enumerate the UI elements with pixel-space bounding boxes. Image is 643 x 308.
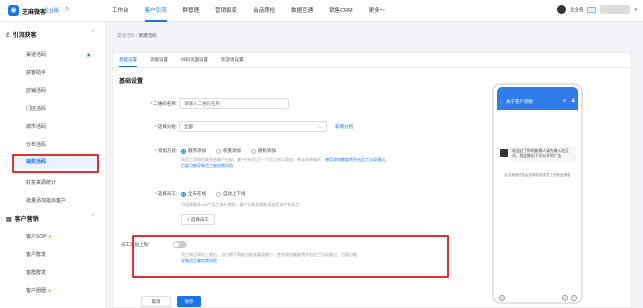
chat-avatar xyxy=(500,149,508,157)
add-mode-label: *添加方式: xyxy=(154,148,177,153)
sidebar-item-store-code[interactable]: 门店活码 xyxy=(26,105,46,112)
sidebar-item-group-broadcast[interactable]: 客群群发 xyxy=(26,269,46,276)
highlight-box xyxy=(12,154,99,173)
hot-icon: ● xyxy=(48,288,52,294)
staff-description: 可选择最多100个员工进行使用，客户扫码后随机添加可选中的员工 xyxy=(181,202,300,207)
sidebar-group-marketing[interactable]: ▤ 客户营销 ^ xyxy=(6,214,94,223)
top-nav: 工作台 客户引流 群管理 营销裂变 会话质检 数据互通 销售CRM 更多～ xyxy=(112,0,401,22)
hot-icon: ● xyxy=(48,234,52,240)
nav-workbench[interactable]: 工作台 xyxy=(112,0,129,22)
sidebar-group-acquisition[interactable]: ℰ 引流获客 ^ xyxy=(6,30,94,39)
star-icon[interactable]: ★ xyxy=(86,52,91,59)
chevron-down-icon: ⌄ xyxy=(318,124,322,129)
sidebar-item-friend-source-stats[interactable]: 好友来源统计 xyxy=(26,179,56,186)
qrcode-name-label: *二维码名称: xyxy=(150,101,177,106)
sidebar-item-customer-sop[interactable]: 客户SOP ● xyxy=(26,233,52,240)
phone-title: 关于客户洞察 xyxy=(506,99,533,104)
chevron-up-icon: ^ xyxy=(92,214,95,220)
collapse-icon[interactable]: ↻ xyxy=(65,6,70,13)
phone-header: ← 关于客户洞察 ≡ ♟ xyxy=(497,95,578,110)
tab-function-settings[interactable]: 功能设置 xyxy=(150,53,168,67)
chevron-up-icon: ^ xyxy=(92,30,95,36)
nav-more[interactable]: 更多～ xyxy=(369,0,386,22)
tab-welcome-settings[interactable]: 欢迎语设置 xyxy=(221,53,244,67)
chat-bubble: 欢迎过了你的新客人请先做入驻正式，我会推出下方公开的广告 xyxy=(510,147,576,161)
sidebar-item-customer-moments[interactable]: 客户朋圈 ● xyxy=(26,287,51,294)
calendar-icon: ▤ xyxy=(6,217,12,223)
brand-name: 芝麻微客 xyxy=(22,10,47,16)
sidebar-item-channel-code[interactable]: 渠道活码 xyxy=(26,51,46,58)
nav-customer-acquisition[interactable]: 客户引流 xyxy=(144,0,167,22)
edition-badge: 企业版 xyxy=(44,8,60,14)
chat-notice: 点击添加好友后您将收到该员工的欢迎消息 xyxy=(504,173,571,177)
highlight-box xyxy=(132,235,449,278)
company-name[interactable]: 企业名 xyxy=(570,7,584,13)
chevron-down-icon[interactable]: ▾ xyxy=(634,7,637,13)
radio-random-add[interactable]: 随机添加 xyxy=(251,148,276,154)
nav-data-sync[interactable]: 数据互通 xyxy=(291,0,313,22)
nav-group-management[interactable]: 群管理 xyxy=(183,0,200,22)
section-title: 基础设置 xyxy=(119,79,144,85)
sidebar-item-city-code[interactable]: 城市活码 xyxy=(26,123,46,130)
radio-all-day-online[interactable]: 全天在线 xyxy=(181,191,206,197)
main-content: 渠道活码 / 新建活码 基础设置 功能设置 扫码页面设置 欢迎语设置 基础设置 … xyxy=(107,22,643,308)
staff-label: *选择员工: xyxy=(154,191,177,196)
sidebar-item-batch-add-customers[interactable]: 批量添加指派客户 xyxy=(26,197,66,204)
add-mode-description: 按员工添加的顺序给客户分配，客户扫码后下一个员工则可添加，依次轮询循环。使用添加… xyxy=(181,157,389,168)
nav-session-audit[interactable]: 会话质检 xyxy=(253,0,275,22)
group-label: *选择分组: xyxy=(154,124,177,129)
form-footer: 取消 保存 xyxy=(107,296,643,308)
tab-basic-settings[interactable]: 基础设置 xyxy=(119,53,137,67)
radio-weight-add[interactable]: 权重添加 xyxy=(216,148,241,154)
nav-sales-crm[interactable]: 销售CRM xyxy=(329,0,353,22)
qrcode-name-input[interactable] xyxy=(179,98,289,109)
user-avatar[interactable] xyxy=(600,5,631,14)
menu-icon: ≡ xyxy=(563,98,566,104)
radio-auto-online[interactable]: 自动上下线 xyxy=(216,191,246,197)
breadcrumb: 渠道活码 / 新建活码 xyxy=(117,33,157,38)
back-arrow-icon: ← xyxy=(499,99,504,105)
top-bar: ◉ 芝麻微客 企业版 ↻ 工作台 客户引流 群管理 营销裂变 会话质检 数据互通… xyxy=(0,0,643,22)
sidebar-item-distribution-code[interactable]: 分布活码 xyxy=(26,141,46,148)
breadcrumb-parent[interactable]: 渠道活码 xyxy=(117,33,135,38)
sidebar-item-shop-code[interactable]: 店铺活码 xyxy=(26,87,46,94)
settings-tabs: 基础设置 功能设置 扫码页面设置 欢迎语设置 xyxy=(119,53,257,67)
group-select[interactable]: 全部 ⌄ xyxy=(179,121,327,132)
nav-marketing[interactable]: 营销裂变 xyxy=(215,0,237,22)
brand-logo-icon[interactable]: ◉ xyxy=(8,5,19,16)
company-avatar[interactable] xyxy=(556,5,566,14)
sidebar-item-acquisition-assistant[interactable]: 获客助手 xyxy=(26,69,46,76)
tab-divider xyxy=(113,67,631,68)
top-right-area: 企业名 ▾ xyxy=(556,5,637,14)
add-quota-link[interactable]: 使用添加额度将开启员工自动通过， xyxy=(325,157,389,162)
cancel-button[interactable]: 取消 xyxy=(141,296,171,307)
save-button[interactable]: 保存 xyxy=(177,296,201,307)
radio-sequential-add[interactable]: 顺序添加 xyxy=(181,148,206,154)
sidebar-item-customer-broadcast[interactable]: 客户群发 xyxy=(26,251,46,258)
user-icon: ♟ xyxy=(571,98,576,104)
new-group-link[interactable]: 新增分组 xyxy=(335,124,353,130)
tab-scan-page-settings[interactable]: 扫码页面设置 xyxy=(181,53,208,67)
phone-preview: ← 关于客户洞察 ≡ ♟ 欢迎过了你的新客人请先做入驻正式，我会推出下方公开的广… xyxy=(492,83,583,304)
people-icon: ℰ xyxy=(6,33,10,39)
sidebar: ℰ 引流获客 ^ 渠道活码 ★ 获客助手 店铺活码 门店活码 城市活码 分布活码 … xyxy=(0,22,107,308)
select-staff-button[interactable]: + 选择员工 xyxy=(181,214,215,225)
breadcrumb-current: 新建活码 xyxy=(138,33,157,38)
verified-badge-icon xyxy=(587,6,597,13)
